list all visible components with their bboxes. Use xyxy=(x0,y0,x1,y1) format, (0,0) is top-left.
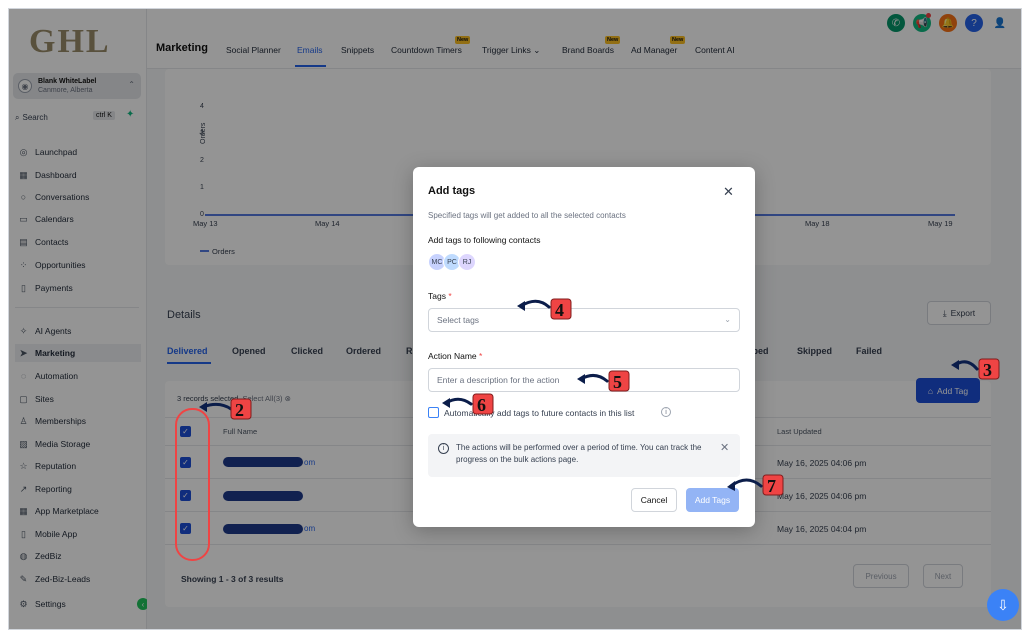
info-notice: i The actions will be performed over a p… xyxy=(428,434,740,477)
info-text: The actions will be performed over a per… xyxy=(456,443,702,464)
action-placeholder: Enter a description for the action xyxy=(437,375,560,385)
modal-subtitle: Specified tags will get added to all the… xyxy=(428,211,626,220)
info-icon[interactable]: i xyxy=(661,407,671,417)
action-name-label: Action Name * xyxy=(428,351,483,361)
action-name-input[interactable]: Enter a description for the action xyxy=(428,368,740,392)
chevron-down-icon: ⌄ xyxy=(724,315,731,324)
add-tags-modal: Add tags ✕ Specified tags will get added… xyxy=(413,167,755,527)
contact-chip: RJ xyxy=(458,253,476,271)
info-icon: i xyxy=(438,443,449,454)
modal-title: Add tags xyxy=(428,185,476,197)
auto-add-label: Automatically add tags to future contact… xyxy=(444,408,635,418)
close-icon[interactable]: ✕ xyxy=(723,184,734,200)
auto-add-checkbox[interactable] xyxy=(428,407,439,418)
annotation-checkbox-highlight xyxy=(175,408,210,561)
close-icon[interactable]: ✕ xyxy=(720,441,729,454)
chat-widget-button[interactable]: ⇩ xyxy=(987,589,1019,621)
tags-label-text: Tags xyxy=(428,291,446,301)
add-tags-submit-button[interactable]: Add Tags xyxy=(686,488,739,512)
app-window: GHL ◉ Blank WhiteLabel Canmore, Alberta … xyxy=(8,8,1022,630)
tags-placeholder: Select tags xyxy=(437,315,480,325)
tags-select[interactable]: Select tags ⌄ xyxy=(428,308,740,332)
contacts-label: Add tags to following contacts xyxy=(428,235,541,245)
cancel-button[interactable]: Cancel xyxy=(631,488,677,512)
action-label-text: Action Name xyxy=(428,351,477,361)
tags-label: Tags * xyxy=(428,291,452,301)
